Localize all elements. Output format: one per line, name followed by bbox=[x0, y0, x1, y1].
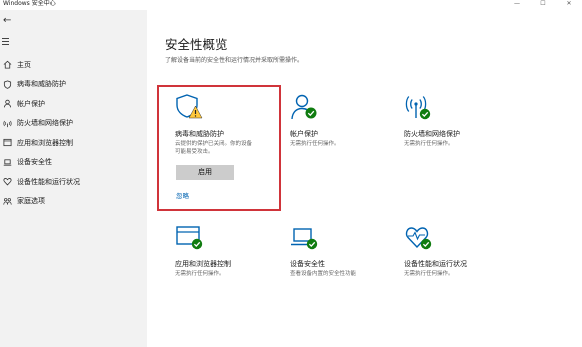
tile-account-protection[interactable]: 帐户保护 无需执行任何操作。 bbox=[272, 85, 382, 195]
sidebar-item-label: 帐户保护 bbox=[17, 99, 45, 108]
page-subtitle: 了解设备当前的安全性和运行情况并采取所需操作。 bbox=[165, 57, 304, 64]
person-icon bbox=[2, 99, 12, 109]
heart-check-icon bbox=[404, 223, 434, 250]
sidebar-item-label: 主页 bbox=[17, 60, 31, 69]
tile-desc-line: 查看设备内置的安全性功能 bbox=[290, 271, 357, 277]
tile-app-browser-control[interactable]: 应用和浏览器控制 无需执行任何操作。 bbox=[157, 215, 277, 325]
sidebar-nav: 主页 病毒和威胁防护 帐户保护 防火墙和网络保护 应用和浏览器控制 设备安全性 … bbox=[0, 55, 147, 211]
tile-desc-line: 无需执行任何操作。 bbox=[175, 271, 225, 277]
close-button[interactable]: ✕ bbox=[556, 0, 582, 10]
sidebar-item-app-browser[interactable]: 应用和浏览器控制 bbox=[0, 133, 147, 153]
tile-device-health[interactable]: 设备性能和运行状况 无需执行任何操作。 bbox=[386, 215, 506, 325]
tile-title: 帐户保护 bbox=[290, 130, 318, 138]
sidebar-item-label: 应用和浏览器控制 bbox=[17, 138, 73, 147]
tile-title: 设备安全性 bbox=[290, 260, 325, 268]
tile-title: 设备性能和运行状况 bbox=[404, 260, 467, 268]
window-controls: — ☐ ✕ bbox=[504, 0, 582, 10]
page-title: 安全性概览 bbox=[165, 37, 228, 52]
person-check-icon bbox=[290, 93, 320, 120]
sidebar-item-label: 家庭选项 bbox=[17, 197, 45, 206]
sidebar-item-label: 设备性能和运行状况 bbox=[17, 177, 80, 186]
wifi-icon bbox=[2, 118, 12, 128]
sidebar-item-account[interactable]: 帐户保护 bbox=[0, 94, 147, 114]
tile-desc-line: 无需执行任何操作。 bbox=[404, 271, 454, 277]
hamburger-menu-icon[interactable] bbox=[2, 36, 16, 46]
sidebar-item-label: 病毒和威胁防护 bbox=[17, 80, 66, 89]
sidebar-item-label: 设备安全性 bbox=[17, 158, 52, 167]
tile-desc-line: 无需执行任何操作。 bbox=[290, 141, 340, 147]
enable-button[interactable]: 启用 bbox=[176, 165, 234, 180]
tile-title: 应用和浏览器控制 bbox=[175, 260, 231, 268]
tile-desc-line: 云提供的保护已关闭。你的设备 bbox=[175, 141, 253, 147]
home-icon bbox=[2, 60, 12, 70]
browser-icon bbox=[2, 138, 12, 148]
family-icon bbox=[2, 196, 12, 206]
sidebar-item-family[interactable]: 家庭选项 bbox=[0, 192, 147, 212]
sidebar-item-home[interactable]: 主页 bbox=[0, 55, 147, 75]
window-title: Windows 安全中心 bbox=[3, 0, 56, 7]
browser-check-icon bbox=[175, 223, 205, 250]
ignore-link[interactable]: 忽略 bbox=[176, 190, 189, 200]
title-bar: Windows 安全中心 — ☐ ✕ bbox=[0, 0, 582, 10]
sidebar-item-virus-protection[interactable]: 病毒和威胁防护 bbox=[0, 75, 147, 95]
minimize-button[interactable]: — bbox=[504, 0, 530, 10]
heart-icon bbox=[2, 177, 12, 187]
tile-firewall[interactable]: 防火墙和网络保护 无需执行任何操作。 bbox=[386, 85, 506, 195]
tile-desc-line: 无需执行任何操作。 bbox=[404, 141, 454, 147]
tile-desc-line: 可能易受攻击。 bbox=[175, 149, 214, 155]
tile-title: 防火墙和网络保护 bbox=[404, 130, 460, 138]
tile-device-security[interactable]: 设备安全性 查看设备内置的安全性功能 bbox=[272, 215, 392, 325]
sidebar-item-device-security[interactable]: 设备安全性 bbox=[0, 153, 147, 173]
tile-title: 病毒和威胁防护 bbox=[175, 130, 224, 138]
laptop-check-icon bbox=[290, 223, 320, 250]
sidebar-item-label: 防火墙和网络保护 bbox=[17, 119, 73, 128]
back-button[interactable]: ← bbox=[3, 15, 17, 27]
shield-warning-icon bbox=[175, 93, 205, 119]
sidebar-item-firewall[interactable]: 防火墙和网络保护 bbox=[0, 114, 147, 134]
maximize-button[interactable]: ☐ bbox=[530, 0, 556, 10]
shield-icon bbox=[2, 79, 12, 89]
wifi-check-icon bbox=[404, 93, 434, 120]
sidebar-item-device-health[interactable]: 设备性能和运行状况 bbox=[0, 172, 147, 192]
sidebar: ← 主页 病毒和威胁防护 帐户保护 防火墙和网络保护 应用和浏览器控制 设备安全… bbox=[0, 10, 147, 347]
laptop-icon bbox=[2, 157, 12, 167]
